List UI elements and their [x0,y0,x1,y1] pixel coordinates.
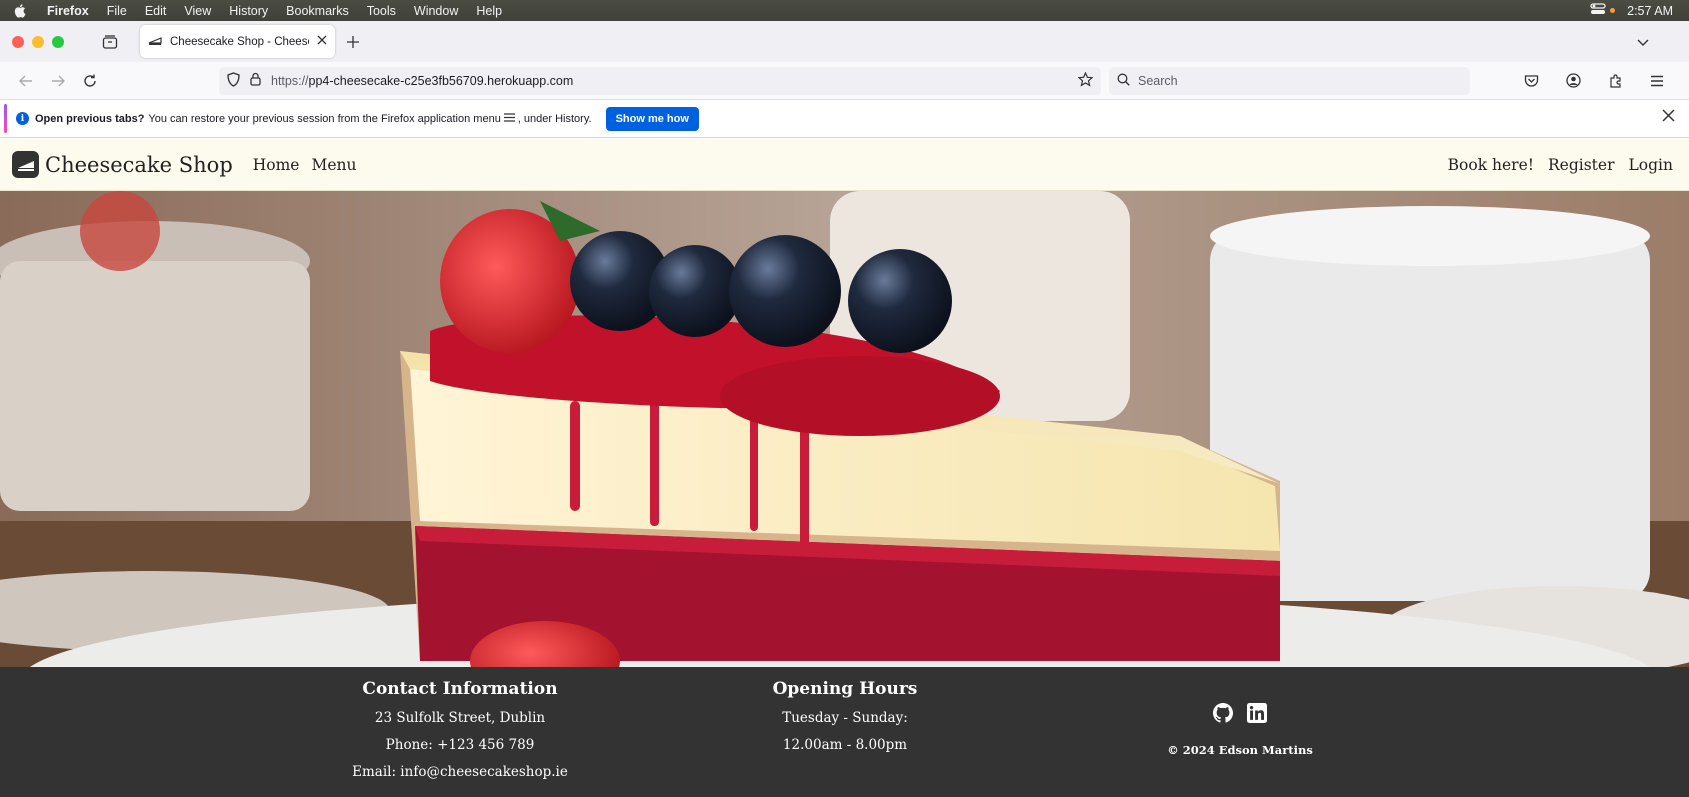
toolbar-actions [1515,65,1679,97]
hero-cheesecake-image [0,191,1689,667]
website-viewport: Cheesecake Shop Home Menu Book here! Reg… [0,139,1689,797]
extensions-icon[interactable] [1599,65,1631,97]
close-window-button[interactable] [12,35,24,48]
contact-title: Contact Information [362,679,558,699]
url-text: https://pp4-cheesecake-c25e3fb56709.hero… [271,74,573,88]
nav-menu-link[interactable]: Menu [312,156,357,174]
social-links [1140,703,1340,727]
nav-links-right: Book here! Register Login [1448,156,1677,174]
site-footer: Contact Information 23 Sulfolk Street, D… [0,667,1689,797]
window-controls [0,35,90,48]
cheesecake-logo-icon [12,151,39,178]
control-center-icon[interactable] [1590,3,1606,18]
macos-menubar: Firefox File Edit View History Bookmarks… [0,0,1689,21]
social-section: © 2024 Edson Martins [1140,703,1340,757]
zoom-window-button[interactable] [52,35,64,48]
contact-phone: Phone: +123 456 789 [385,737,535,753]
brand-link[interactable]: Cheesecake Shop [12,151,233,178]
url-scheme: https:// [271,73,309,88]
menu-app-firefox[interactable]: Firefox [38,4,98,18]
nav-register-link[interactable]: Register [1548,156,1615,174]
navigation-toolbar: https://pp4-cheesecake-c25e3fb56709.hero… [0,62,1689,100]
contact-address: 23 Sulfolk Street, Dublin [374,710,546,726]
account-icon[interactable] [1557,65,1589,97]
search-bar[interactable]: Search [1109,66,1470,95]
tab-cheesecake-shop[interactable]: Cheesecake Shop - Cheesecake [140,25,335,58]
hours-title: Opening Hours [772,679,918,699]
cake-favicon-icon [148,34,162,49]
contact-email: Email: info@cheesecakeshop.ie [352,764,568,780]
url-host: pp4-cheesecake-c25e3fb56709.herokuapp.co… [308,73,574,88]
search-icon [1117,73,1130,89]
firefox-view-icon[interactable] [90,34,130,49]
brand-name: Cheesecake Shop [45,152,233,177]
linkedin-icon[interactable] [1247,703,1267,727]
notification-text-end: , under History. [517,112,592,125]
notification-title: Open previous tabs? [35,112,145,125]
pocket-icon[interactable] [1515,65,1547,97]
new-tab-button[interactable] [335,35,371,48]
site-navbar: Cheesecake Shop Home Menu Book here! Reg… [0,139,1689,191]
show-me-how-button[interactable]: Show me how [605,106,699,131]
nav-links-left: Home Menu [253,156,357,174]
nav-book-link[interactable]: Book here! [1448,156,1534,174]
copyright-text: © 2024 Edson Martins [1167,743,1313,757]
recording-dot-icon [1610,8,1616,13]
tab-title: Cheesecake Shop - Cheesecake [170,35,309,48]
menu-history[interactable]: History [220,4,277,18]
bookmark-star-icon[interactable] [1077,71,1094,90]
reload-button[interactable] [74,65,106,97]
nav-login-link[interactable]: Login [1629,156,1674,174]
tab-strip: Cheesecake Shop - Cheesecake [0,21,1689,62]
close-notification-icon[interactable] [1662,109,1675,125]
hours-days: Tuesday - Sunday: [782,710,908,726]
close-tab-icon[interactable] [317,35,327,48]
info-icon: i [16,112,29,125]
hours-times: 12.00am - 8.00pm [782,737,908,753]
lock-icon[interactable] [250,72,261,89]
menu-tools[interactable]: Tools [358,4,405,18]
opening-hours-section: Opening Hours Tuesday - Sunday: 12.00am … [750,679,940,759]
nav-home-link[interactable]: Home [253,156,300,174]
menu-window[interactable]: Window [405,4,467,18]
apple-menu-icon[interactable] [0,3,38,18]
menu-help[interactable]: Help [467,4,511,18]
back-button[interactable] [10,65,42,97]
hamburger-inline-icon [503,112,515,125]
menu-edit[interactable]: Edit [136,4,176,18]
search-placeholder: Search [1138,73,1178,88]
notification-text: You can restore your previous session fr… [148,112,501,125]
hamburger-menu-icon[interactable] [1641,65,1673,97]
menu-bookmarks[interactable]: Bookmarks [277,4,358,18]
menu-view[interactable]: View [175,4,220,18]
github-icon[interactable] [1213,703,1233,727]
address-bar[interactable]: https://pp4-cheesecake-c25e3fb56709.hero… [219,66,1101,95]
forward-button[interactable] [42,65,74,97]
minimize-window-button[interactable] [32,35,44,48]
menu-file[interactable]: File [98,4,136,18]
menubar-clock[interactable]: 2:57 AM [1627,4,1673,18]
tracking-protection-shield-icon[interactable] [227,71,240,90]
contact-section: Contact Information 23 Sulfolk Street, D… [340,679,580,786]
list-all-tabs-chevron-icon[interactable] [1637,34,1649,52]
restore-session-notification: i Open previous tabs? You can restore yo… [0,100,1689,138]
